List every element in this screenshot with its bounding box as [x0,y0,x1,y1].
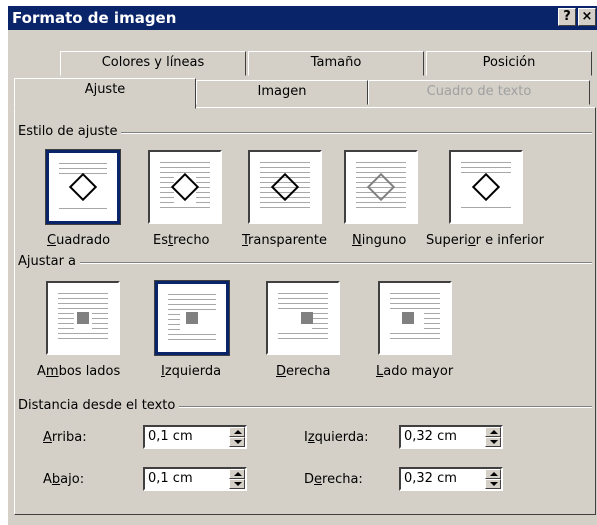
wrap-left-icon [186,312,198,324]
derecha-label: Derecha: [304,472,363,487]
izquierda-value[interactable]: 0,32 cm [404,429,457,444]
izquierda-up-arrow-icon[interactable] [485,427,501,437]
dialog-title: Formato de imagen [12,9,177,27]
wrap-left-button[interactable] [154,280,230,356]
wrap-tight-label[interactable]: Estrecho [153,233,210,248]
wrap-largest-side-label[interactable]: Lado mayor [376,364,453,379]
help-button[interactable]: ? [558,8,576,26]
arriba-label: Arriba: [43,430,87,445]
close-button[interactable]: × [578,8,596,26]
izquierda-down-arrow-icon[interactable] [485,437,501,447]
arriba-down-arrow-icon[interactable] [229,437,245,447]
tab-imagen[interactable]: Imagen [196,80,368,105]
abajo-down-arrow-icon[interactable] [229,479,245,489]
abajo-spinner[interactable]: 0,1 cm [143,467,247,491]
tab-cuadro-de-texto: Cuadro de texto [368,80,590,105]
wrap-right-button[interactable] [266,281,340,355]
title-bar[interactable]: Formato de imagen ? × [8,6,597,30]
arriba-spinner[interactable]: 0,1 cm [143,425,247,449]
derecha-up-arrow-icon[interactable] [485,469,501,479]
wrap-square-label[interactable]: Cuadrado [47,233,110,248]
wrap-largest-side-icon [402,312,414,324]
tab-posicion[interactable]: Posición [426,51,592,76]
format-picture-dialog: Formato de imagen ? × Colores y líneas T… [7,5,597,525]
wrap-tight-button[interactable] [148,150,222,224]
wrap-through-button[interactable] [248,150,322,224]
tab-colores-y-lineas[interactable]: Colores y líneas [60,51,246,76]
estilo-group-label: Estilo de ajuste [18,124,122,139]
abajo-up-arrow-icon[interactable] [229,469,245,479]
izquierda-spinner[interactable]: 0,32 cm [399,425,503,449]
wrap-both-sides-icon [77,312,89,324]
ajustar-group-line [18,262,592,264]
wrap-left-label[interactable]: Izquierda [161,364,221,379]
izquierda-label: Izquierda: [304,430,369,445]
ajustar-group-label: Ajustar a [18,254,81,269]
wrap-through-label[interactable]: Transparente [242,233,327,248]
wrap-right-icon [301,312,313,324]
tab-tamano[interactable]: Tamaño [248,51,424,76]
derecha-value[interactable]: 0,32 cm [404,471,457,486]
derecha-down-arrow-icon[interactable] [485,479,501,489]
tab-ajuste[interactable]: Ajuste [14,78,196,109]
derecha-spinner[interactable]: 0,32 cm [399,467,503,491]
wrap-top-bottom-label[interactable]: Superior e inferior [426,233,544,248]
wrap-none-label[interactable]: Ninguno [352,233,406,248]
wrap-square-button[interactable] [45,149,121,225]
wrap-none-button[interactable] [344,150,418,224]
wrap-right-label[interactable]: Derecha [276,364,330,379]
abajo-value[interactable]: 0,1 cm [148,471,193,486]
abajo-label: Abajo: [43,472,85,487]
wrap-both-sides-label[interactable]: Ambos lados [37,364,120,379]
arriba-up-arrow-icon[interactable] [229,427,245,437]
wrap-largest-side-button[interactable] [378,281,452,355]
wrap-top-bottom-button[interactable] [449,150,523,224]
arriba-value[interactable]: 0,1 cm [148,429,193,444]
distancia-group-label: Distancia desde el texto [18,398,180,413]
wrap-both-sides-button[interactable] [46,281,120,355]
